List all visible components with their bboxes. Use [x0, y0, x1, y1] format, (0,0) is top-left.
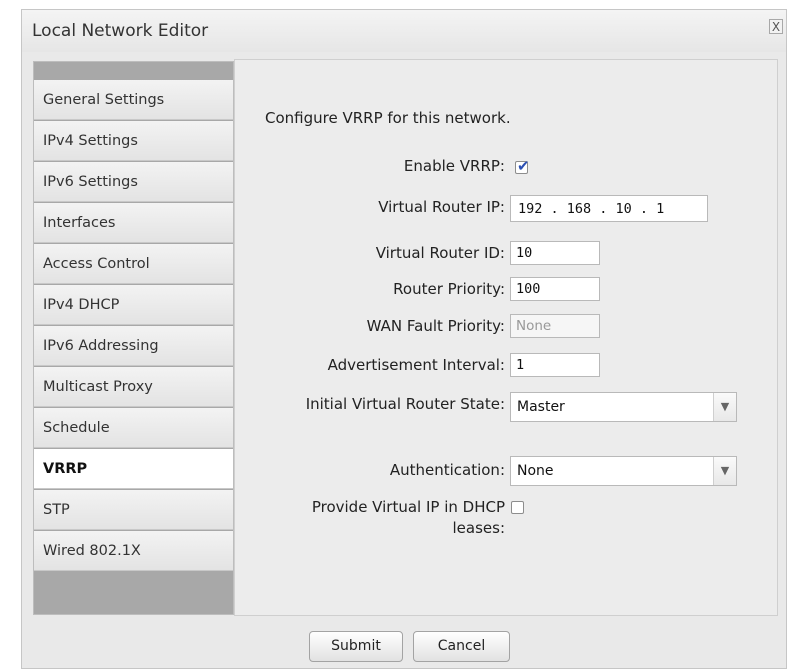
dialog-title: Local Network Editor	[32, 21, 209, 41]
dialog-footer: Submit Cancel	[22, 622, 786, 670]
sidebar-item-multicast-proxy[interactable]: Multicast Proxy	[34, 367, 233, 407]
router-priority-input[interactable]: 100	[510, 277, 600, 301]
enable-vrrp-label: Enable VRRP:	[403, 157, 505, 175]
close-icon[interactable]: X	[769, 19, 783, 34]
dialog-titlebar[interactable]: Local Network Editor X	[22, 10, 786, 52]
enable-vrrp-checkbox[interactable]: ✔	[515, 157, 530, 175]
sidebar-item-ipv4-dhcp[interactable]: IPv4 DHCP	[34, 285, 233, 325]
initial-state-select[interactable]: Master ▼	[510, 392, 737, 422]
sidebar-item-wired-8021x[interactable]: Wired 802.1X	[34, 531, 233, 571]
sidebar-item-schedule[interactable]: Schedule	[34, 408, 233, 448]
wan-fault-priority-input[interactable]: None	[510, 314, 600, 338]
sidebar-item-access-control[interactable]: Access Control	[34, 244, 233, 284]
sidebar-item-stp[interactable]: STP	[34, 490, 233, 530]
intro-text: Configure VRRP for this network.	[265, 109, 511, 127]
sidebar-item-interfaces[interactable]: Interfaces	[34, 203, 233, 243]
chevron-down-icon: ▼	[713, 457, 736, 485]
checkmark-icon: ✔	[517, 157, 530, 175]
provide-virtual-ip-checkbox[interactable]	[511, 501, 524, 514]
cancel-button[interactable]: Cancel	[413, 631, 510, 662]
vrrp-settings-panel: Configure VRRP for this network. Enable …	[234, 59, 778, 616]
sidebar: General Settings IPv4 Settings IPv6 Sett…	[33, 61, 234, 615]
sidebar-item-general-settings[interactable]: General Settings	[34, 80, 233, 120]
initial-state-value: Master	[517, 399, 565, 415]
wan-fault-priority-label: WAN Fault Priority:	[366, 317, 505, 335]
initial-state-label: Initial Virtual Router State:	[305, 395, 505, 413]
provide-virtual-ip-label: Provide Virtual IP in DHCP leases:	[311, 498, 505, 537]
advertisement-interval-input[interactable]: 1	[510, 353, 600, 377]
router-priority-label: Router Priority:	[393, 280, 505, 298]
virtual-router-ip-label: Virtual Router IP:	[378, 198, 505, 216]
sidebar-item-vrrp[interactable]: VRRP	[34, 449, 233, 489]
local-network-editor-dialog: Local Network Editor X General Settings …	[21, 9, 787, 669]
authentication-select[interactable]: None ▼	[510, 456, 737, 486]
sidebar-item-ipv6-settings[interactable]: IPv6 Settings	[34, 162, 233, 202]
sidebar-item-ipv6-addressing[interactable]: IPv6 Addressing	[34, 326, 233, 366]
chevron-down-icon: ▼	[713, 393, 736, 421]
authentication-label: Authentication:	[389, 461, 505, 479]
sidebar-item-ipv4-settings[interactable]: IPv4 Settings	[34, 121, 233, 161]
sidebar-header	[34, 62, 233, 80]
submit-button[interactable]: Submit	[309, 631, 403, 662]
advertisement-interval-label: Advertisement Interval:	[327, 356, 505, 374]
virtual-router-id-label: Virtual Router ID:	[375, 244, 505, 262]
virtual-router-id-input[interactable]: 10	[510, 241, 600, 265]
virtual-router-ip-input[interactable]: 192 . 168 . 10 . 1	[510, 195, 708, 222]
authentication-value: None	[517, 463, 554, 479]
